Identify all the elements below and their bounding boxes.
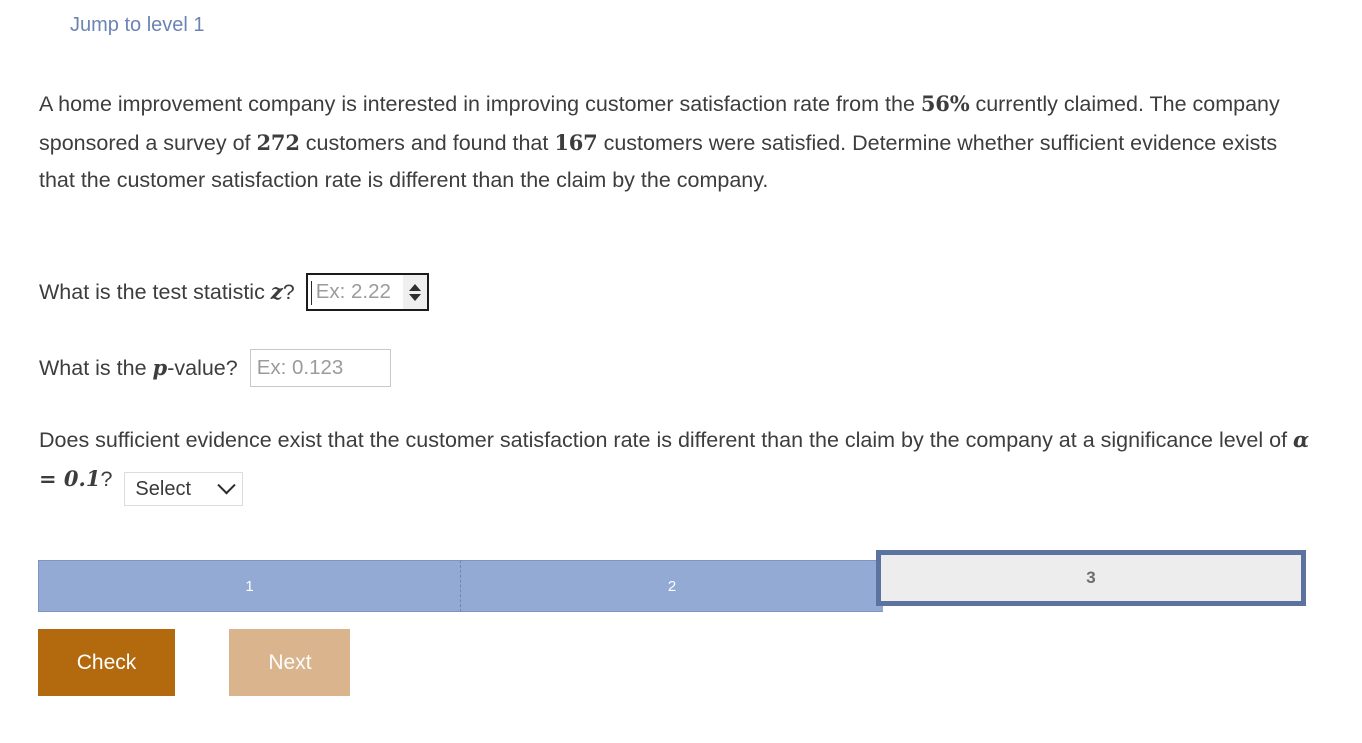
test-statistic-input-wrapper[interactable] — [305, 273, 429, 311]
problem-text-part3: customers and found that — [299, 130, 555, 155]
number-spinner[interactable] — [402, 275, 427, 309]
progress-segment-3[interactable]: 3 — [876, 550, 1306, 606]
claimed-rate-value: 56% — [920, 91, 970, 116]
satisfied-count-value: 167 — [554, 129, 598, 155]
progress-segment-3-slot: 3 — [876, 550, 1306, 612]
spinner-down-icon[interactable] — [408, 293, 421, 301]
jump-to-level-link[interactable]: Jump to level 1 — [70, 11, 205, 39]
problem-paragraph: A home improvement company is interested… — [39, 85, 1314, 200]
test-statistic-label-after: ? — [282, 280, 295, 304]
action-buttons: Check Next — [38, 629, 351, 696]
conclusion-question: Does sufficient evidence exist that the … — [39, 421, 1314, 507]
conclusion-select[interactable]: Select — [124, 472, 244, 507]
next-button[interactable]: Next — [229, 629, 351, 696]
test-statistic-input[interactable] — [307, 275, 403, 309]
p-value-label-after: -value? — [167, 356, 238, 380]
check-button[interactable]: Check — [38, 629, 175, 696]
problem-text-part1: A home improvement company is interested… — [39, 92, 921, 116]
spinner-up-icon[interactable] — [408, 283, 421, 291]
text-cursor — [310, 281, 313, 305]
test-statistic-question-row: What is the test statistic z? — [39, 273, 429, 311]
conclusion-select-value: Select — [135, 477, 192, 500]
conclusion-text-before: Does sufficient evidence exist that the … — [39, 428, 1294, 452]
p-value-label-before: What is the — [39, 356, 153, 380]
progress-segment-1[interactable]: 1 — [38, 560, 460, 612]
progress-segment-2-label: 2 — [667, 577, 677, 595]
progress-segment-3-label: 3 — [1086, 568, 1096, 587]
p-value-label: What is the p-value? — [39, 353, 238, 383]
chevron-down-icon — [217, 475, 237, 495]
sample-size-value: 272 — [256, 129, 300, 155]
progress-bar: 1 2 3 — [38, 550, 1306, 612]
test-statistic-label: What is the test statistic z? — [39, 277, 295, 307]
p-symbol: p — [152, 355, 168, 380]
z-symbol: z — [270, 279, 283, 304]
progress-segment-1-label: 1 — [245, 577, 254, 595]
test-statistic-label-before: What is the test statistic — [39, 280, 271, 304]
conclusion-text-after: ? — [100, 466, 113, 491]
p-value-question-row: What is the p-value? — [39, 349, 391, 387]
problem-statement: A home improvement company is interested… — [39, 85, 1314, 200]
progress-segment-2[interactable]: 2 — [460, 560, 883, 612]
p-value-input[interactable] — [249, 349, 391, 387]
